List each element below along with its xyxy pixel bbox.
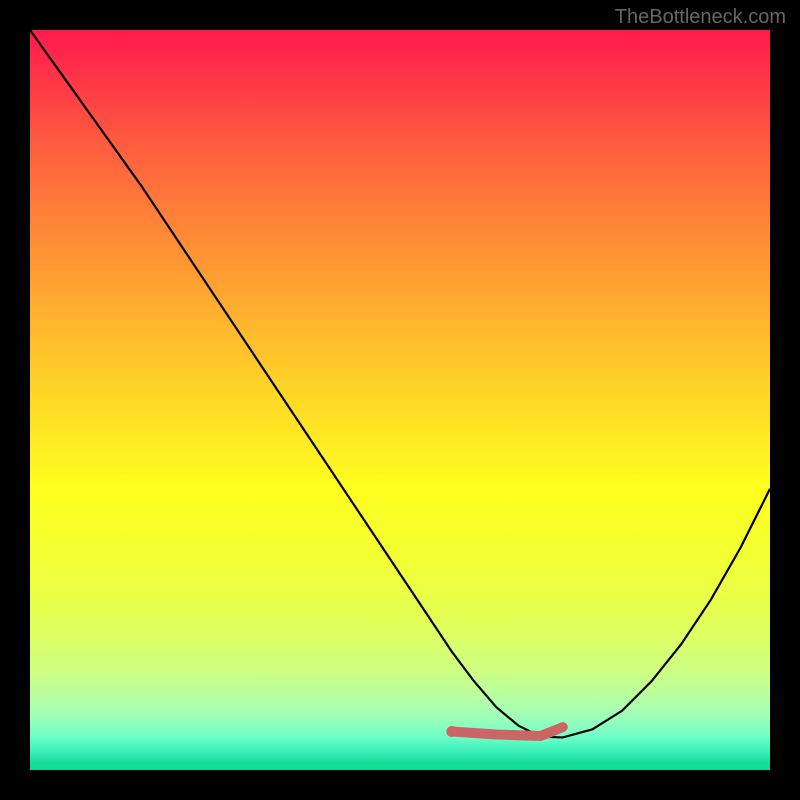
plot-area xyxy=(30,30,770,770)
marker-segment xyxy=(452,727,563,736)
marker-point xyxy=(446,726,457,737)
watermark-text: TheBottleneck.com xyxy=(615,6,786,29)
bottleneck-curve-line xyxy=(30,30,770,737)
chart-svg xyxy=(30,30,770,770)
